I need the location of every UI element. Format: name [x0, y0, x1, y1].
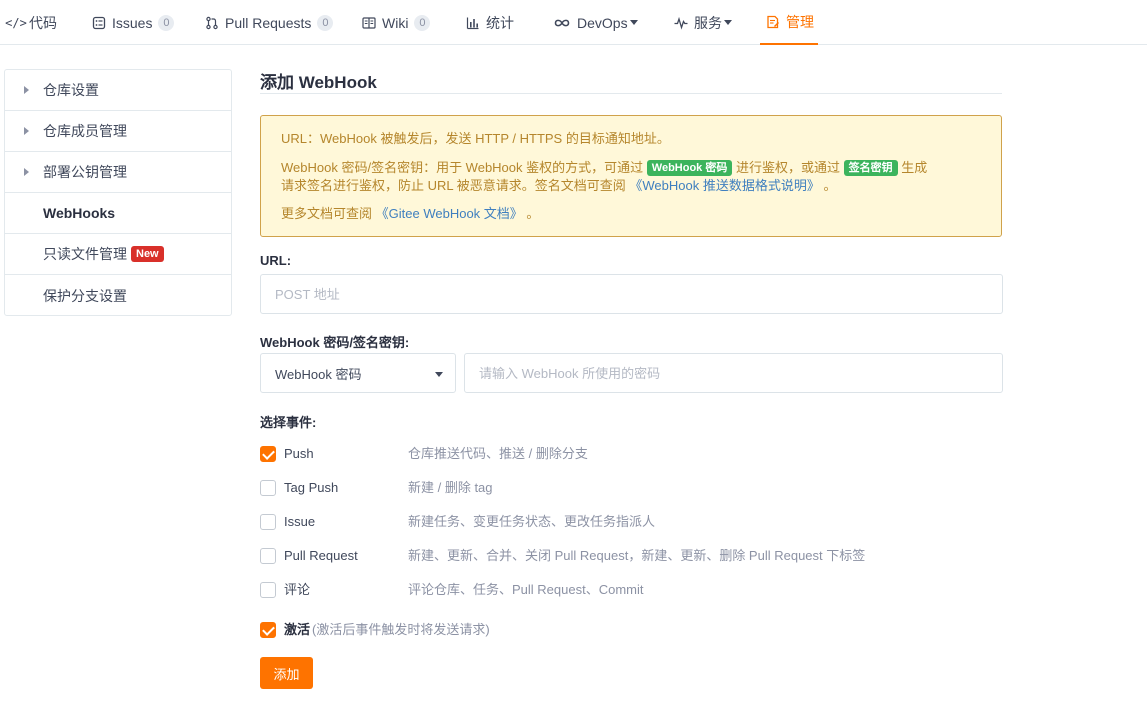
tab-issues[interactable]: Issues 0: [91, 0, 175, 45]
settings-sidebar: 仓库设置 仓库成员管理 部署公钥管理 WebHooks 只读文件管理 New 保…: [4, 69, 232, 316]
sidebar-item-members[interactable]: 仓库成员管理: [5, 111, 231, 152]
event-description: 仓库推送代码、推送 / 删除分支: [408, 446, 588, 461]
notice-line-url: URL：WebHook 被触发后，发送 HTTP / HTTPS 的目标通知地址…: [281, 129, 670, 149]
events-label: 选择事件:: [260, 415, 317, 430]
caret-right-icon: [24, 168, 29, 176]
notice-text: WebHook 密码/签名密钥：用于 WebHook 鉴权的方式，可通过: [281, 160, 644, 175]
issues-count-badge: 0: [158, 14, 175, 31]
document-edit-icon: [765, 14, 781, 30]
webhook-password-tag: WebHook 密码: [646, 160, 733, 176]
tab-wiki-label: Wiki: [382, 14, 409, 31]
notice-text: 生成: [901, 160, 928, 175]
notice-text: 进行鉴权，或通过: [735, 160, 840, 175]
code-icon: </>: [5, 15, 27, 30]
secret-type-select[interactable]: WebHook 密码: [260, 353, 456, 393]
sidebar-item-label: 只读文件管理: [43, 246, 127, 262]
secret-type-value: WebHook 密码: [275, 366, 362, 382]
caret-right-icon: [24, 86, 29, 94]
tab-stats-label: 统计: [486, 14, 514, 31]
sidebar-item-label: 仓库成员管理: [43, 123, 127, 139]
chevron-down-icon: [724, 20, 732, 25]
new-badge: New: [131, 246, 164, 262]
sidebar-item-protected-branches[interactable]: 保护分支设置: [5, 275, 231, 316]
title-divider: [260, 93, 1002, 94]
tab-services-label: 服务: [694, 14, 722, 31]
pull-request-checkbox[interactable]: [260, 548, 276, 564]
tab-pull-requests[interactable]: Pull Requests 0: [204, 0, 334, 45]
sidebar-item-readonly-files[interactable]: 只读文件管理 New: [5, 234, 231, 275]
event-name: Pull Request: [284, 548, 358, 563]
event-name: 评论: [284, 582, 311, 597]
sidebar-item-label: 仓库设置: [43, 82, 99, 98]
activate-checkbox[interactable]: [260, 622, 276, 638]
event-description: 新建任务、变更任务状态、更改任务指派人: [408, 514, 656, 529]
gitee-webhook-doc-link[interactable]: 《Gitee WebHook 文档》: [376, 206, 523, 221]
chevron-down-icon: [629, 20, 638, 25]
tag-push-checkbox[interactable]: [260, 480, 276, 496]
event-name: Push: [284, 446, 314, 461]
sidebar-item-label: 保护分支设置: [43, 287, 127, 304]
pull-requests-count-badge: 0: [317, 14, 334, 31]
tab-pull-requests-label: Pull Requests: [225, 14, 312, 31]
notice-line-doc: 请求签名进行鉴权，防止 URL 被恶意请求。签名文档可查阅 《WebHook 推…: [281, 176, 836, 196]
tab-stats[interactable]: 统计: [465, 0, 514, 45]
signature-key-tag: 签名密钥: [843, 160, 898, 176]
push-checkbox[interactable]: [260, 446, 276, 462]
event-row-push: Push 仓库推送代码、推送 / 删除分支: [260, 446, 960, 464]
sidebar-item-label: 部署公钥管理: [43, 164, 127, 180]
notice-line-more: 更多文档可查阅 《Gitee WebHook 文档》 。: [281, 204, 539, 224]
event-name: Issue: [284, 514, 316, 529]
pull-request-icon: [204, 15, 220, 31]
issue-checkbox[interactable]: [260, 514, 276, 530]
bar-chart-icon: [465, 15, 481, 31]
notice-text: 。: [526, 206, 540, 221]
tab-manage-label: 管理: [786, 13, 814, 30]
event-description: 评论仓库、任务、Pull Request、Commit: [408, 582, 644, 597]
notice-text: URL：WebHook 被触发后，发送 HTTP / HTTPS 的目标通知地址…: [281, 131, 670, 146]
tab-code-label: 代码: [29, 14, 57, 31]
tab-code[interactable]: </> 代码: [5, 0, 57, 45]
page-title: 添加 WebHook: [260, 73, 377, 92]
tab-devops-label: DevOps: [577, 14, 628, 31]
activate-note: (激活后事件触发时将发送请求): [312, 622, 490, 637]
tab-manage[interactable]: 管理: [760, 0, 818, 45]
notice-text: 更多文档可查阅: [281, 206, 373, 221]
info-notice: URL：WebHook 被触发后，发送 HTTP / HTTPS 的目标通知地址…: [260, 115, 1002, 237]
tab-issues-label: Issues: [112, 14, 153, 31]
sidebar-item-repo-settings[interactable]: 仓库设置: [5, 70, 231, 111]
notice-text: 。: [823, 178, 837, 193]
tab-devops[interactable]: DevOps: [552, 0, 638, 45]
url-input[interactable]: [260, 274, 1003, 314]
sidebar-item-label: WebHooks: [43, 205, 116, 221]
event-name: Tag Push: [284, 480, 339, 495]
event-row-issue: Issue 新建任务、变更任务状态、更改任务指派人: [260, 514, 960, 532]
caret-right-icon: [24, 127, 29, 135]
secret-label: WebHook 密码/签名密钥:: [260, 335, 410, 350]
event-description: 新建、更新、合并、关闭 Pull Request，新建、更新、删除 Pull R…: [408, 548, 866, 563]
wiki-book-icon: [361, 15, 377, 31]
event-row-comment: 评论 评论仓库、任务、Pull Request、Commit: [260, 582, 960, 600]
wiki-count-badge: 0: [414, 14, 431, 31]
add-webhook-button[interactable]: 添加: [260, 657, 313, 689]
activate-label: 激活: [284, 622, 311, 637]
sidebar-item-deploy-keys[interactable]: 部署公钥管理: [5, 152, 231, 193]
url-label: URL:: [260, 253, 292, 268]
event-row-pull-request: Pull Request 新建、更新、合并、关闭 Pull Request，新建…: [260, 548, 960, 566]
activate-row: 激活 (激活后事件触发时将发送请求): [260, 622, 660, 640]
pulse-icon: [673, 15, 689, 31]
tab-wiki[interactable]: Wiki 0: [361, 0, 431, 45]
payload-format-doc-link[interactable]: 《WebHook 推送数据格式说明》: [629, 178, 819, 193]
secret-input[interactable]: [464, 353, 1003, 393]
issues-icon: [91, 15, 107, 31]
event-description: 新建 / 删除 tag: [408, 480, 493, 495]
tab-services[interactable]: 服务: [673, 0, 732, 45]
comment-checkbox[interactable]: [260, 582, 276, 598]
repo-nav: </> 代码 Issues 0 Pull Requests 0 Wiki 0 统…: [0, 0, 1147, 45]
notice-line-secret: WebHook 密码/签名密钥：用于 WebHook 鉴权的方式，可通过 Web…: [281, 158, 927, 178]
infinity-icon: [552, 15, 572, 31]
chevron-down-icon: [435, 372, 443, 377]
event-row-tag-push: Tag Push 新建 / 删除 tag: [260, 480, 960, 498]
notice-text: 请求签名进行鉴权，防止 URL 被恶意请求。签名文档可查阅: [281, 178, 626, 193]
sidebar-item-webhooks[interactable]: WebHooks: [5, 193, 231, 234]
